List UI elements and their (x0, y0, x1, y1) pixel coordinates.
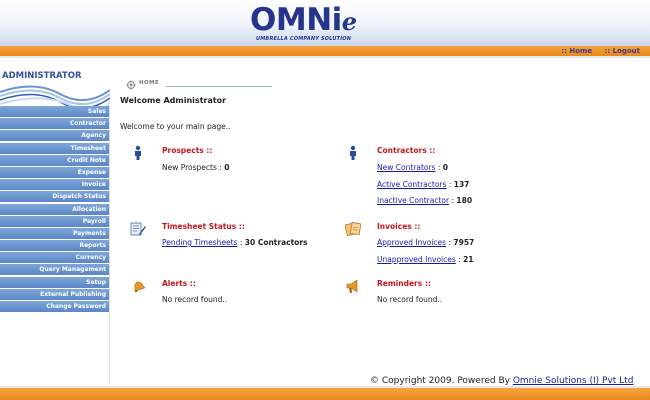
page-title: Welcome Administrator (120, 96, 227, 105)
approved-invoices-value: 7957 (453, 238, 475, 247)
header-divider (0, 56, 650, 58)
footer-text: © Copyright 2009. Powered By (370, 376, 513, 386)
pending-timesheets-link[interactable]: Pending Timesheets (162, 238, 237, 247)
pending-timesheets-line: Pending Timesheets : 30 Contractors (162, 238, 308, 247)
alert-bell-icon (134, 281, 146, 293)
approved-invoices-link[interactable]: Approved Invoices (377, 238, 446, 247)
contractor-row: Active Contractors : 137 (377, 180, 469, 189)
sidebar-item-invoice[interactable]: Invoice (0, 179, 109, 191)
footer-copyright: © Copyright 2009. Powered By Omnie Solut… (370, 376, 633, 386)
swoosh-graphic (0, 85, 110, 106)
new-prospects-value: 0 (224, 163, 230, 172)
breadcrumb-line (166, 86, 272, 87)
active-contractors-value: 137 (453, 180, 470, 189)
alerts-section: Alerts :: No record found.. (130, 278, 330, 308)
sidebar-item-allocation[interactable]: Allocation (0, 203, 109, 215)
inactive-contractor-value: 180 (456, 196, 473, 205)
person-icon (135, 145, 141, 160)
breadcrumb-home[interactable]: HOME (139, 80, 159, 86)
unapproved-invoices-value: 21 (463, 255, 474, 264)
breadcrumb: HOME (126, 79, 276, 91)
compass-icon (126, 80, 136, 90)
invoices-section: Invoices :: Approved Invoices : 7957 Una… (345, 221, 545, 266)
sidebar-item-credit-note[interactable]: Credit Note (0, 154, 109, 166)
new-prospects-line: New Prospects : 0 (162, 163, 229, 172)
invoice-documents-icon (345, 221, 361, 237)
top-nav-bar: :: Home :: Logout (0, 46, 650, 56)
separator: : (446, 180, 454, 189)
new-contractors-link[interactable]: New Contrators (377, 163, 435, 172)
contractors-section: Contractors :: New Contrators : 0 Active… (345, 145, 545, 205)
main-content: HOME Welcome Administrator Welcome to yo… (120, 76, 645, 376)
invoice-row: Unapproved Invoices : 21 (377, 255, 474, 264)
sidebar-item-change-password[interactable]: Change Password (0, 301, 109, 312)
logo-e: e (341, 7, 357, 36)
sidebar-item-currency[interactable]: Currency (0, 252, 109, 264)
separator: : (435, 163, 443, 172)
contractor-row: Inactive Contractor : 180 (377, 196, 472, 205)
logo-tagline: UMBRELLA COMPANY SOLUTION (256, 36, 352, 42)
omnie-logo: OMNie UMBRELLA COMPANY SOLUTION (250, 2, 380, 44)
contractors-title: Contractors :: (377, 146, 436, 155)
sidebar-item-payroll[interactable]: Payroll (0, 215, 109, 227)
logo-word: OMNi (250, 2, 342, 38)
timesheet-section: Timesheet Status :: Pending Timesheets :… (130, 221, 340, 251)
sidebar-item-external-publishing[interactable]: External Publishing (0, 288, 109, 300)
top-nav: :: Home :: Logout (551, 46, 640, 56)
home-link[interactable]: :: Home (561, 47, 592, 55)
prospects-title: Prospects :: (162, 146, 213, 155)
sidebar: ADMINISTRATOR Sales Contractor Agency Times… (0, 68, 110, 383)
prospects-section: Prospects :: New Prospects : 0 (130, 145, 330, 175)
pending-timesheets-value: 30 Contractors (244, 238, 308, 247)
reminders-title: Reminders :: (377, 279, 431, 288)
timesheet-edit-icon (130, 222, 146, 236)
sidebar-item-setup[interactable]: Setup (0, 276, 109, 288)
invoice-row: Approved Invoices : 7957 (377, 238, 474, 247)
sidebar-item-payments[interactable]: Payments (0, 227, 109, 239)
separator: : (237, 238, 245, 247)
megaphone-icon (346, 279, 358, 293)
footer-bar (0, 388, 650, 400)
logout-link[interactable]: :: Logout (605, 47, 640, 55)
separator: : (455, 255, 464, 264)
sidebar-item-dispatch-status[interactable]: Dispatch Status (0, 191, 109, 203)
person-icon (350, 145, 356, 160)
invoices-title: Invoices :: (377, 222, 421, 231)
sidebar-item-expense[interactable]: Expense (0, 166, 109, 178)
sidebar-item-timesheet[interactable]: Timesheet (0, 142, 109, 154)
new-prospects-label: New Prospects : (162, 163, 225, 172)
footer-company-link[interactable]: Omnie Solutions (I) Pvt Ltd (513, 376, 634, 386)
reminders-section: Reminders :: No record found.. (345, 278, 545, 308)
sidebar-item-sales[interactable]: Sales (0, 106, 109, 117)
sidebar-item-agency[interactable]: Agency (0, 130, 109, 142)
sidebar-item-query-management[interactable]: Query Management (0, 264, 109, 276)
sidebar-menu: Sales Contractor Agency Timesheet Credit Not… (0, 106, 109, 312)
sidebar-item-contractor[interactable]: Contractor (0, 118, 109, 130)
admin-banner: ADMINISTRATOR (0, 68, 110, 106)
active-contractors-link[interactable]: Active Contractors (377, 180, 446, 189)
timesheet-title: Timesheet Status :: (162, 222, 245, 231)
new-contractors-value: 0 (442, 163, 448, 172)
contractor-row: New Contrators : 0 (377, 163, 448, 172)
unapproved-invoices-link[interactable]: Unapproved Invoices (377, 255, 456, 264)
welcome-message: Welcome to your main page.. (120, 122, 231, 131)
page-header: OMNie UMBRELLA COMPANY SOLUTION (0, 0, 650, 46)
reminders-empty: No record found.. (377, 295, 443, 304)
alerts-title: Alerts :: (162, 279, 196, 288)
alerts-empty: No record found.. (162, 295, 228, 304)
sidebar-item-reports[interactable]: Reports (0, 240, 109, 252)
inactive-contractor-link[interactable]: Inactive Contractor (377, 196, 449, 205)
